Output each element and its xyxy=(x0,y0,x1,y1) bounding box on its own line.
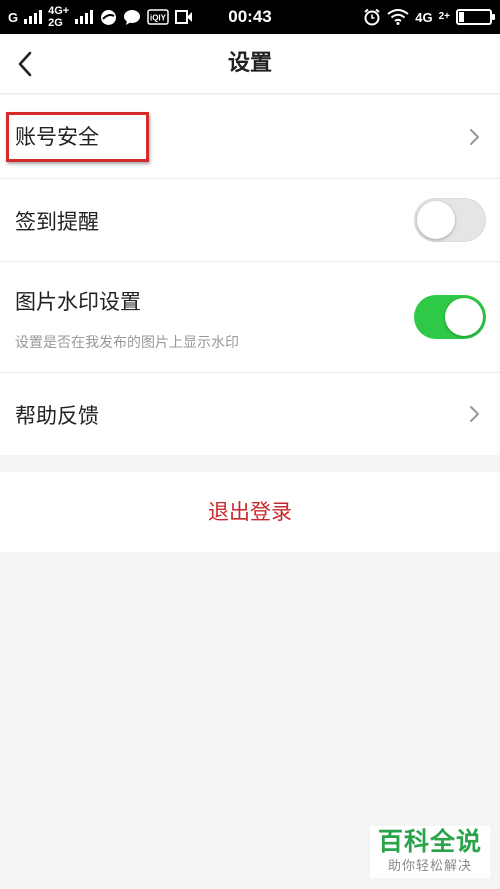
wifi-icon xyxy=(387,8,409,26)
network-type-top: 4G+ xyxy=(48,5,70,17)
chat-icon xyxy=(123,8,141,26)
row-help-feedback[interactable]: 帮助反馈 xyxy=(0,373,500,455)
network-type-right-sub: 2+ xyxy=(438,11,450,22)
iqiyi-label: iQIY xyxy=(150,14,167,23)
checkin-reminder-toggle[interactable] xyxy=(414,198,486,242)
watermark-title: 百科全说 xyxy=(377,827,482,856)
toggle-knob xyxy=(417,201,455,239)
settings-list: 账号安全 签到提醒 图片水印设置 设置是否在我发布的图片上显示水印 帮助反馈 xyxy=(0,95,500,455)
video-icon xyxy=(175,8,193,26)
back-button[interactable] xyxy=(10,49,40,79)
chevron-left-icon xyxy=(18,51,32,77)
chevron-right-icon xyxy=(470,129,479,145)
browser-icon xyxy=(99,8,117,26)
network-type-right: 4G xyxy=(415,9,433,25)
iqiyi-icon: iQIY xyxy=(147,8,169,26)
status-bar-left: G 4G+ 2G iQIY xyxy=(8,0,193,34)
row-checkin-reminder-label: 签到提醒 xyxy=(15,210,99,234)
network-type-bottom: 2G xyxy=(48,17,63,29)
row-image-watermark-label: 图片水印设置 xyxy=(15,290,141,314)
signal-icon-2 xyxy=(75,10,94,24)
row-image-watermark-description: 设置是否在我发布的图片上显示水印 xyxy=(15,335,239,351)
status-bar: G 4G+ 2G iQIY 00:43 4G 2+ xyxy=(0,0,500,34)
alarm-icon xyxy=(363,8,381,26)
app-header: 设置 xyxy=(0,34,500,94)
watermark-subtitle: 助你轻松解决 xyxy=(387,859,472,874)
status-bar-right: 4G 2+ xyxy=(363,0,495,34)
logout-block: 退出登录 xyxy=(0,472,500,552)
signal-icon xyxy=(24,10,43,24)
network-type: 4G+ 2G xyxy=(48,5,69,29)
battery-level xyxy=(459,12,464,22)
highlight-box xyxy=(6,112,149,162)
battery-icon xyxy=(456,9,495,25)
page-title: 设置 xyxy=(227,51,272,76)
image-watermark-toggle[interactable] xyxy=(414,295,486,339)
chevron-right-icon xyxy=(470,406,479,422)
row-account-security[interactable]: 账号安全 xyxy=(0,95,500,179)
toggle-knob xyxy=(445,298,483,336)
carrier-label: G xyxy=(8,9,19,25)
site-watermark: 百科全说 助你轻松解决 xyxy=(370,826,490,878)
row-help-feedback-label: 帮助反馈 xyxy=(15,404,99,428)
row-checkin-reminder[interactable]: 签到提醒 xyxy=(0,179,500,262)
row-image-watermark[interactable]: 图片水印设置 设置是否在我发布的图片上显示水印 xyxy=(0,262,500,373)
logout-button[interactable]: 退出登录 xyxy=(0,472,500,552)
